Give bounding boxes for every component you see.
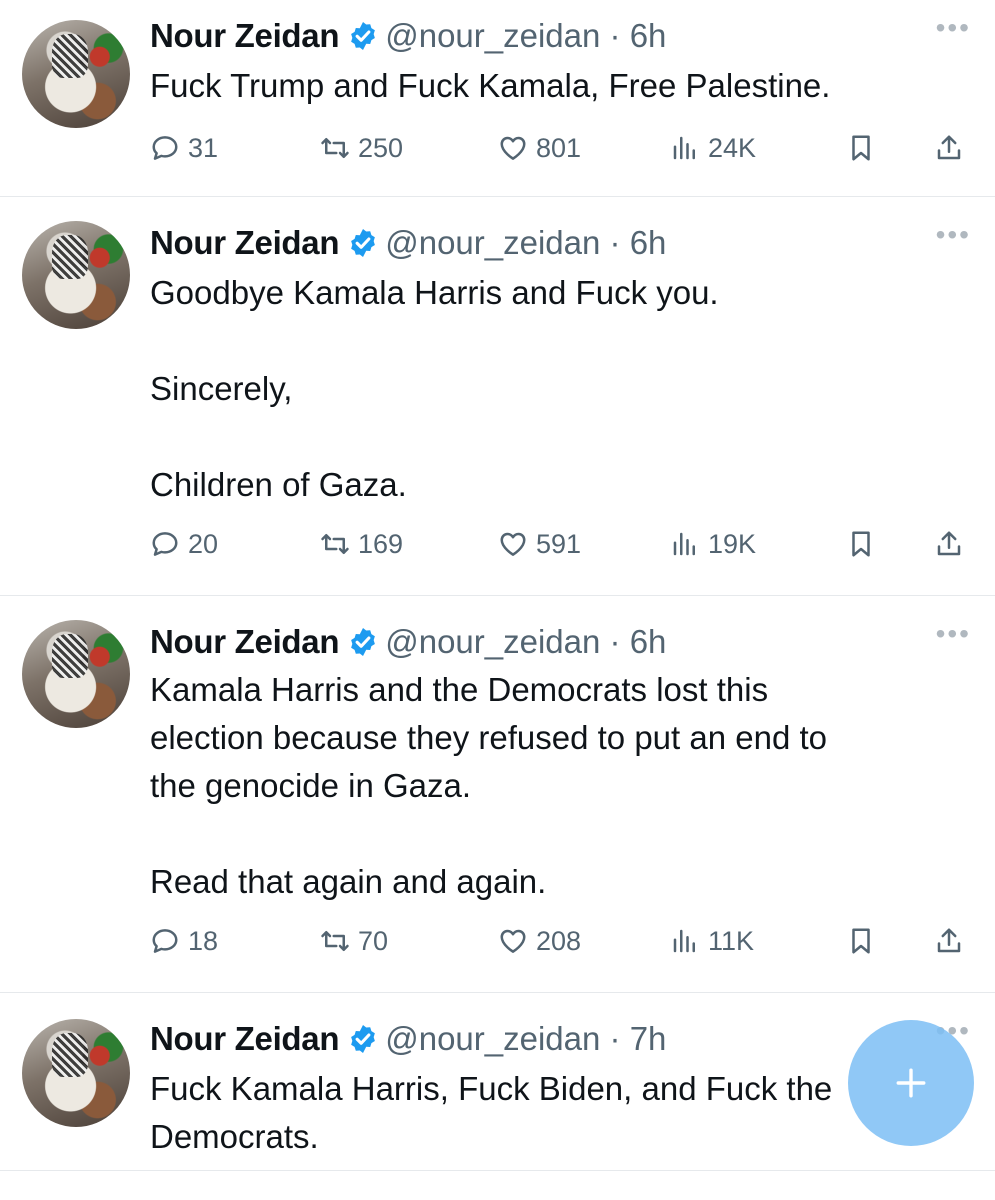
repost-icon: [321, 138, 349, 158]
analytics-icon: [673, 929, 695, 953]
reply-count: 20: [188, 528, 219, 559]
views-count: 11K: [708, 925, 755, 956]
tweet-text: Kamala Harris and the Democrats lost thi…: [150, 671, 827, 900]
reply-button[interactable]: 20: [150, 524, 218, 564]
more-horizontal-icon[interactable]: •••: [936, 14, 971, 42]
repost-icon: [321, 534, 349, 554]
views-button[interactable]: 24K: [670, 128, 756, 168]
share-icon: [937, 135, 961, 160]
bookmark-button[interactable]: [846, 128, 884, 168]
avatar[interactable]: [22, 221, 130, 329]
like-count: 801: [536, 132, 582, 163]
like-button[interactable]: 208: [498, 921, 581, 961]
tweet[interactable]: Nour Zeidan @nour_zeidan · 7h ••• Fuck K…: [0, 993, 995, 1171]
bookmark-icon: [852, 531, 870, 557]
more-horizontal-icon[interactable]: •••: [936, 620, 971, 648]
repost-button[interactable]: 169: [320, 524, 403, 564]
verified-badge-icon: [351, 229, 376, 257]
reply-button[interactable]: 18: [150, 921, 218, 961]
views-button[interactable]: 19K: [670, 524, 756, 564]
like-button[interactable]: 801: [498, 128, 581, 168]
avatar[interactable]: [22, 620, 130, 728]
tweet[interactable]: Nour Zeidan @nour_zeidan · 6h ••• Goodby…: [0, 197, 995, 596]
repost-count: 169: [358, 528, 404, 559]
heart-icon: [500, 136, 526, 160]
bookmark-button[interactable]: [846, 921, 884, 961]
compose-plus-icon: [896, 1068, 926, 1098]
author-handle-time: @nour_zeidan · 6h: [385, 224, 667, 261]
reply-icon: [152, 929, 178, 953]
tweet-text: Goodbye Kamala Harris and Fuck you. Sinc…: [150, 274, 719, 503]
author-name[interactable]: Nour Zeidan: [150, 17, 340, 55]
author-name[interactable]: Nour Zeidan: [150, 1020, 340, 1058]
author-handle-time: @nour_zeidan · 6h: [385, 623, 667, 660]
share-icon: [937, 531, 961, 556]
bookmark-icon: [852, 928, 870, 954]
author-name[interactable]: Nour Zeidan: [150, 224, 340, 262]
author-handle-time: @nour_zeidan · 7h: [385, 1020, 667, 1057]
tweet-header: Nour Zeidan @nour_zeidan · 6h: [150, 14, 666, 58]
tweet[interactable]: Nour Zeidan @nour_zeidan · 6h ••• Kamala…: [0, 596, 995, 993]
tweet-header: Nour Zeidan @nour_zeidan · 6h: [150, 221, 666, 265]
tweet-header: Nour Zeidan @nour_zeidan · 7h: [150, 1017, 666, 1061]
share-button[interactable]: [934, 128, 972, 168]
tweet-header: Nour Zeidan @nour_zeidan · 6h: [150, 620, 666, 664]
verified-badge-icon: [351, 1025, 376, 1053]
reply-count: 18: [188, 925, 219, 956]
more-horizontal-icon[interactable]: •••: [936, 221, 971, 249]
repost-button[interactable]: 250: [320, 128, 403, 168]
verified-badge-icon: [351, 22, 376, 50]
tweet-text: Fuck Kamala Harris, Fuck Biden, and Fuck…: [150, 1070, 833, 1155]
avatar[interactable]: [22, 20, 130, 128]
author-handle-time: @nour_zeidan · 6h: [385, 17, 667, 54]
reply-icon: [152, 136, 178, 160]
like-count: 591: [536, 528, 582, 559]
repost-count: 250: [358, 132, 404, 163]
reply-icon: [152, 532, 178, 556]
compose-button[interactable]: [848, 1020, 974, 1146]
share-button[interactable]: [934, 921, 972, 961]
repost-count: 70: [358, 925, 389, 956]
share-icon: [937, 928, 961, 953]
repost-button[interactable]: 70: [320, 921, 388, 961]
tweet-text: Fuck Trump and Fuck Kamala, Free Palesti…: [150, 67, 831, 104]
verified-badge-icon: [351, 628, 376, 656]
heart-icon: [500, 929, 526, 953]
views-count: 19K: [708, 528, 757, 559]
analytics-icon: [673, 136, 695, 160]
avatar[interactable]: [22, 1019, 130, 1127]
tweet-actions: 18 70 208 11K: [150, 921, 970, 961]
reply-count: 31: [188, 132, 219, 163]
tweet[interactable]: Nour Zeidan @nour_zeidan · 6h ••• Fuck T…: [0, 0, 995, 197]
analytics-icon: [673, 532, 695, 556]
bookmark-button[interactable]: [846, 524, 884, 564]
tweet-actions: 20 169 591 19K: [150, 524, 970, 564]
repost-icon: [321, 931, 349, 951]
like-button[interactable]: 591: [498, 524, 581, 564]
views-count: 24K: [708, 132, 757, 163]
views-button[interactable]: 11K: [670, 921, 754, 961]
share-button[interactable]: [934, 524, 972, 564]
bookmark-icon: [852, 135, 870, 161]
reply-button[interactable]: 31: [150, 128, 218, 168]
author-name[interactable]: Nour Zeidan: [150, 623, 340, 661]
heart-icon: [500, 532, 526, 556]
tweet-actions: 31 250 801 24K: [150, 128, 970, 168]
like-count: 208: [536, 925, 582, 956]
